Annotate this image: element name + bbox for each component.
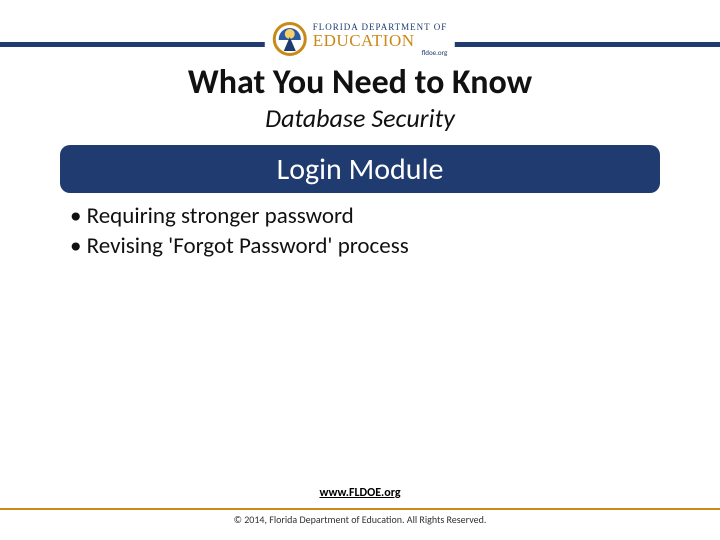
bullet-list: • Requiring stronger password • Revising…: [70, 202, 409, 262]
bottom-rule: [0, 508, 720, 510]
logo-line2: EDUCATION: [313, 32, 447, 49]
slide: FLORIDA DEPARTMENT OF EDUCATION fldoe.or…: [0, 0, 720, 540]
section-heading-bar: Login Module: [60, 145, 660, 193]
logo-text: FLORIDA DEPARTMENT OF EDUCATION fldoe.or…: [313, 23, 447, 56]
section-heading: Login Module: [277, 151, 444, 188]
page-title: What You Need to Know: [0, 62, 720, 103]
bullet-text: Revising 'Forgot Password' process: [87, 232, 409, 260]
logo-line3: fldoe.org: [313, 49, 447, 56]
list-item: • Requiring stronger password: [70, 202, 409, 232]
footer-link[interactable]: www.FLDOE.org: [0, 486, 720, 500]
copyright-text: © 2014, Florida Department of Education.…: [0, 513, 720, 526]
logo-seal-icon: [273, 22, 307, 56]
page-subtitle: Database Security: [0, 102, 720, 134]
bullet-text: Requiring stronger password: [87, 202, 354, 230]
list-item: • Revising 'Forgot Password' process: [70, 232, 409, 262]
org-logo: FLORIDA DEPARTMENT OF EDUCATION fldoe.or…: [265, 22, 455, 56]
